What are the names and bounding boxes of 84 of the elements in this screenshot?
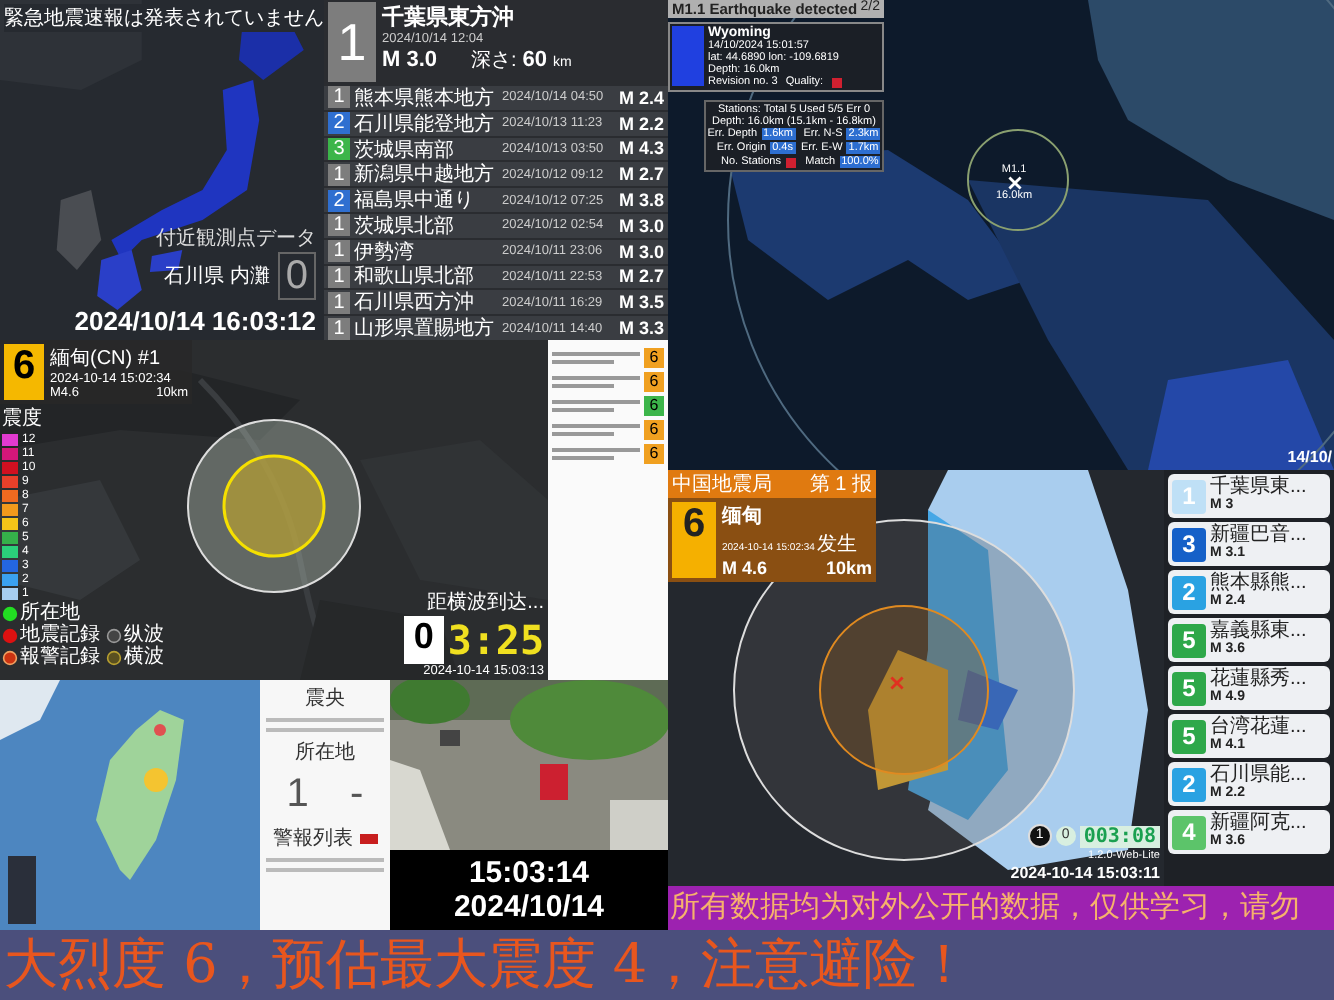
magnitude-text: M 3.8 [618, 190, 664, 211]
magnitude-text: M 2.7 [618, 266, 664, 287]
intensity-badge: 6 [644, 348, 664, 368]
entry-line [552, 400, 640, 404]
entry-line [552, 456, 614, 460]
clock-text: 14/10/ [1287, 448, 1332, 466]
intensity-badge: 4 [1172, 815, 1206, 849]
intensity-badge: 6 [644, 396, 664, 416]
intensity-badge: 6 [644, 372, 664, 392]
intensity-badge: 1 [328, 163, 350, 186]
quake-place: 熊本縣熊... [1210, 574, 1307, 594]
intensity-badge: 2 [328, 189, 350, 212]
quake-place: 熊本県熊本地方 [354, 85, 496, 112]
quake-place: 石川県能登地方 [354, 111, 496, 138]
intensity-badge: 1 [328, 317, 350, 340]
intensity-badge: 1 [1172, 479, 1206, 513]
section-title: 所在地 [295, 739, 355, 766]
intensity-badge: 5 [1172, 719, 1206, 753]
magnitude-text: M 4.3 [618, 138, 664, 159]
depth-label: 深さ: [471, 48, 517, 74]
epicenter-icon [1007, 176, 1022, 190]
intensity-badge: 1 [328, 265, 350, 288]
intensity-badge: 1 [328, 2, 376, 82]
arrival-value: - [350, 772, 364, 818]
alarm-badge [359, 833, 377, 843]
quake-place: 新潟県中越地方 [354, 161, 496, 189]
intensity-badge: 1 [328, 86, 350, 109]
entry-line [552, 448, 640, 452]
entry-line [266, 718, 384, 722]
entry-line [552, 376, 640, 380]
quake-place: 山形県置賜地方 [354, 315, 496, 340]
intensity-badge: 3 [328, 137, 350, 160]
intensity-badge: 5 [1172, 671, 1206, 705]
clock-text: 15:03:14 [468, 856, 590, 890]
quality-flag [831, 77, 842, 87]
intensity-badge: 6 [644, 444, 664, 464]
intensity-badge: 1 [328, 240, 350, 263]
magnitude-text: M 2.4 [618, 87, 664, 108]
quake-place: 千葉県東... [1210, 478, 1307, 498]
entry-line [266, 858, 384, 862]
entry-line [552, 384, 614, 388]
quake-place: 石川県西方沖 [354, 289, 476, 317]
section-title: 警報列表 [273, 825, 353, 852]
intensity-badge: 1 [328, 214, 350, 237]
quake-place: 千葉県東方沖 [382, 3, 516, 32]
entry-line [552, 432, 614, 436]
intensity-badge: 2 [328, 112, 350, 135]
local-intensity: 1 [286, 772, 309, 818]
quake-place: 嘉義縣東... [1210, 622, 1307, 642]
intensity-badge: 3 [1172, 527, 1206, 561]
entry-line [552, 360, 614, 364]
entry-line [552, 424, 640, 428]
entry-line [552, 408, 614, 412]
date-text: 2024/10/14 [453, 890, 605, 924]
quake-place: 和歌山県北部 [354, 263, 476, 291]
intensity-badge: 6 [644, 420, 664, 440]
intensity-badge: 5 [1172, 623, 1206, 657]
quake-place: 石川県能... [1210, 766, 1307, 786]
magnitude-text: M 2.7 [618, 164, 664, 185]
magnitude-text: M 3.0 [618, 241, 664, 262]
magnitude-text: M 3.0 [618, 215, 664, 236]
intensity-badge: 2 [1172, 767, 1206, 801]
stat-flag [785, 157, 795, 167]
entry-line [266, 868, 384, 872]
magnitude-text: M 3.0 [382, 48, 438, 72]
disclaimer-banner: 所有数据均为对外公开的数据，仅供学习，请勿 [668, 886, 1334, 930]
depth-value: 60 [522, 48, 548, 72]
intensity-badge: 2 [1172, 575, 1206, 609]
section-title: 震央 [305, 685, 345, 712]
magnitude-text: M 3.3 [618, 318, 664, 339]
quake-place: 伊勢湾 [354, 239, 416, 265]
quake-place: 台湾花蓮... [1210, 718, 1307, 738]
alert-ticker: 大烈度 6，预估最大震度 4，注意避险！ [0, 930, 1334, 1000]
quake-place: 花蓮縣秀... [1210, 670, 1307, 690]
quake-place: 茨城県南部 [354, 137, 456, 163]
quake-place: 茨城県北部 [354, 213, 456, 240]
entry-line [266, 728, 384, 732]
quake-place: 福島県中通り [354, 187, 476, 215]
entry-line [552, 352, 640, 356]
intensity-badge: 1 [328, 291, 350, 314]
magnitude-text: M 3.5 [618, 292, 664, 313]
magnitude-text: M 2.2 [618, 113, 664, 134]
quake-place: 新疆巴音... [1210, 526, 1307, 546]
quake-place: 新疆阿克... [1210, 814, 1307, 834]
